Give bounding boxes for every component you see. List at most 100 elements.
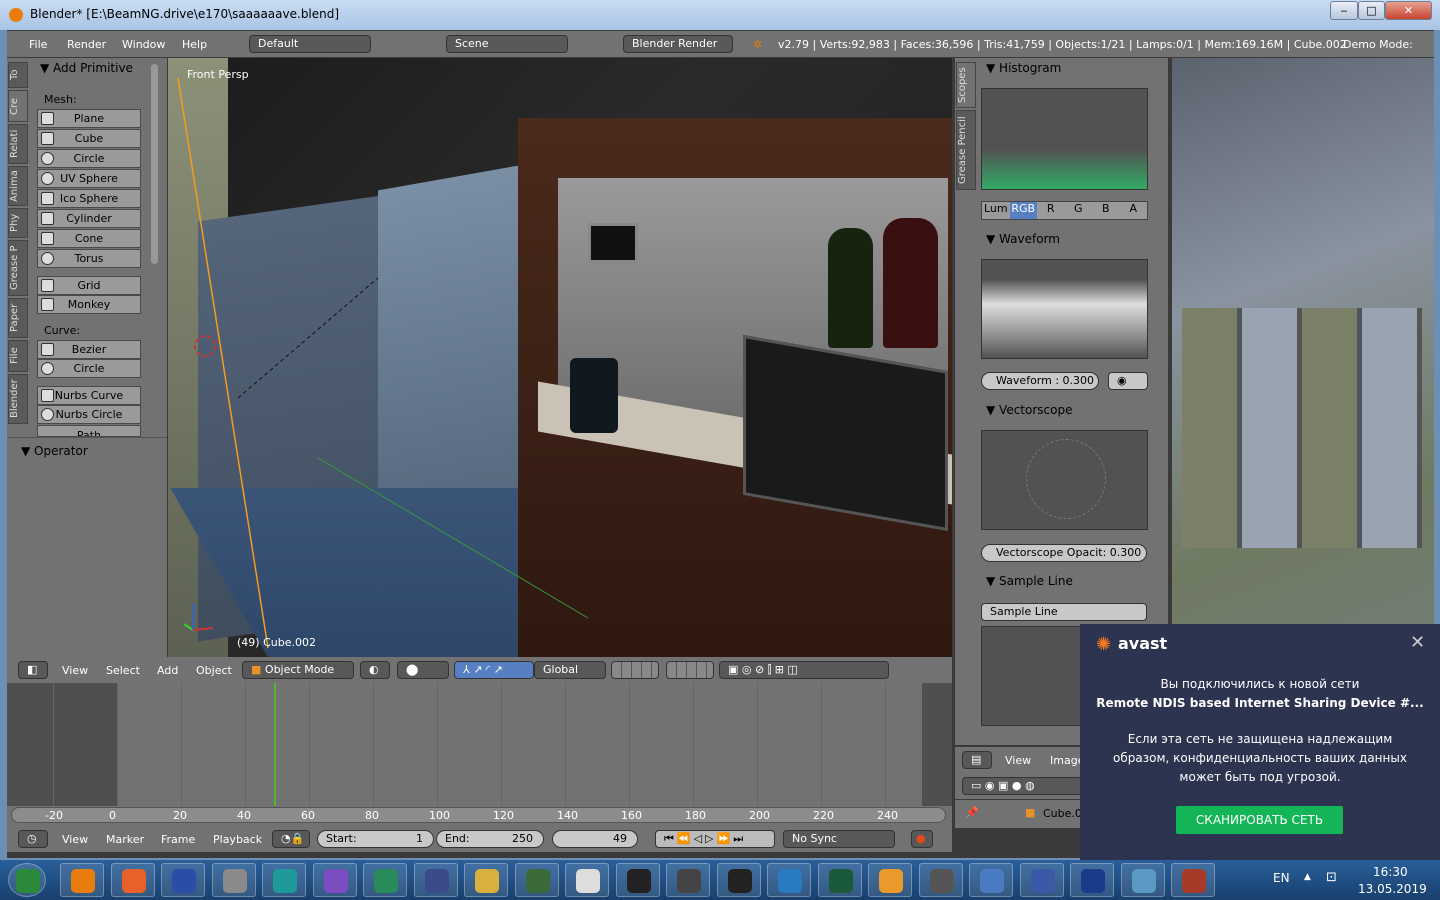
render-engine-select[interactable]: Blender Render <box>623 35 733 53</box>
add-circle-button[interactable]: Circle <box>37 149 141 168</box>
layers-grid[interactable] <box>611 661 659 679</box>
3d-cursor[interactable] <box>194 335 216 357</box>
shading-select[interactable]: ◐ <box>360 661 390 679</box>
maximize-button[interactable]: □ <box>1358 1 1385 20</box>
menu-marker[interactable]: Marker <box>106 833 144 846</box>
orientation-select[interactable]: Global <box>534 661 606 679</box>
playback-controls[interactable]: ⏮⏪◁▷⏩⏭ <box>655 830 775 848</box>
layout-selector[interactable]: Default <box>249 35 371 53</box>
menu-help[interactable]: Help <box>182 38 207 51</box>
menu-frame[interactable]: Frame <box>161 833 195 846</box>
taskbar-app-task-manager[interactable] <box>1171 863 1215 897</box>
end-frame-field[interactable]: End: 250 <box>436 830 544 848</box>
add-nurbs-curve-button[interactable]: Nurbs Curve <box>37 386 141 405</box>
taskbar-app-visual-studio[interactable] <box>262 863 306 897</box>
tray-expand-icon[interactable]: ▲ <box>1304 872 1311 882</box>
taskbar-app-blender-launcher[interactable] <box>110 863 155 897</box>
menu-view[interactable]: View <box>1005 754 1031 767</box>
menu-view[interactable]: View <box>62 833 88 846</box>
context-buttons[interactable]: ▭ ◉ ▣ ● ◍ <box>962 777 1082 795</box>
close-icon[interactable]: ✕ <box>1410 632 1425 653</box>
channel-a[interactable]: A <box>1120 202 1148 219</box>
editor-type-button[interactable]: ◧ <box>18 661 48 679</box>
taskbar-app-start[interactable] <box>8 863 46 897</box>
minimize-button[interactable]: ‒ <box>1330 1 1358 20</box>
channel-lum[interactable]: Lum <box>982 202 1010 219</box>
clock-date[interactable]: 13.05.2019 <box>1358 882 1427 896</box>
add-primitive-title[interactable]: ▼ Add Primitive <box>40 61 133 75</box>
taskbar-app-globe[interactable] <box>312 863 357 897</box>
add-bezier-button[interactable]: Bezier <box>37 340 141 359</box>
sample-line-title[interactable]: ▼ Sample Line <box>986 574 1073 588</box>
scene-selector[interactable]: Scene <box>446 35 568 53</box>
pivot-select[interactable]: ⬤ <box>397 661 449 679</box>
taskbar-app-control-panel[interactable] <box>918 863 963 897</box>
add-cylinder-button[interactable]: Cylinder <box>37 209 141 228</box>
taskbar-app-sync[interactable] <box>969 863 1013 897</box>
menu-playback[interactable]: Playback <box>213 833 262 846</box>
add-monkey-button[interactable]: Monkey <box>37 295 141 314</box>
clock-time[interactable]: 16:30 <box>1373 865 1408 879</box>
channel-r[interactable]: R <box>1037 202 1065 219</box>
taskbar-app-explorer[interactable] <box>413 863 458 897</box>
taskbar-app-app[interactable] <box>161 863 205 897</box>
start-frame-field[interactable]: Start: 1 <box>317 830 434 848</box>
menu-object[interactable]: Object <box>196 664 232 677</box>
channel-g[interactable]: G <box>1065 202 1093 219</box>
histogram-title[interactable]: ▼ Histogram <box>986 61 1061 75</box>
add-cube-button[interactable]: Cube <box>37 129 141 148</box>
operator-panel-title[interactable]: ▼ Operator <box>21 444 88 458</box>
tab-tools[interactable]: To <box>8 62 28 88</box>
menu-file[interactable]: File <box>29 38 47 51</box>
add-uv-sphere-button[interactable]: UV Sphere <box>37 169 141 188</box>
add-cone-button[interactable]: Cone <box>37 229 141 248</box>
pin-icon[interactable]: 📌 <box>965 806 979 819</box>
taskbar-app-word[interactable] <box>868 863 912 897</box>
waveform-title[interactable]: ▼ Waveform <box>986 232 1060 246</box>
current-frame-line[interactable] <box>273 683 276 806</box>
record-button[interactable]: ● <box>911 830 933 848</box>
menu-window[interactable]: Window <box>122 38 165 51</box>
current-frame-field[interactable]: 49 <box>552 830 638 848</box>
menu-select[interactable]: Select <box>106 664 140 677</box>
vectorscope-title[interactable]: ▼ Vectorscope <box>986 403 1072 417</box>
snap-toggles[interactable]: ▣ ◎ ⊘ ⫿ ⊞ ◫ <box>719 661 889 679</box>
tab-scopes[interactable]: Scopes <box>956 62 976 108</box>
taskbar-app-photos[interactable] <box>1070 863 1114 897</box>
waveform-mode-select[interactable]: ◉ <box>1108 372 1148 390</box>
taskbar-app-3ds-max[interactable] <box>211 863 256 897</box>
menu-add[interactable]: Add <box>157 664 178 677</box>
add-grid-button[interactable]: Grid <box>37 276 141 295</box>
taskbar-app-paper[interactable] <box>514 863 559 897</box>
preview-range-toggle[interactable]: ◔🔒 <box>272 830 310 848</box>
taskbar-app-inkscape[interactable] <box>464 863 508 897</box>
add-plane-button[interactable]: Plane <box>37 109 141 128</box>
menu-view[interactable]: View <box>62 664 88 677</box>
taskbar-app-synth[interactable] <box>666 863 710 897</box>
editor-type-button[interactable]: ◷ <box>18 830 48 848</box>
tab-relations[interactable]: Relati <box>8 124 28 164</box>
add-ico-sphere-button[interactable]: Ico Sphere <box>37 189 141 208</box>
sync-select[interactable]: No Sync <box>783 830 895 848</box>
add-nurbs-circle-button[interactable]: Nurbs Circle <box>37 405 141 424</box>
layers-grid-2[interactable] <box>666 661 714 679</box>
tab-create[interactable]: Cre <box>8 90 28 122</box>
timeline[interactable]: -20 0 20 40 60 80 100 120 140 160 180 200 220 240 <box>7 683 952 828</box>
add-torus-button[interactable]: Torus <box>37 249 141 268</box>
scan-network-button[interactable]: СКАНИРОВАТЬ СЕТЬ <box>1176 806 1343 834</box>
taskbar-app-internet-explorer[interactable] <box>716 863 761 897</box>
channel-b[interactable]: B <box>1092 202 1120 219</box>
tab-file[interactable]: File <box>8 340 28 372</box>
tab-grease-pencil[interactable]: Grease P <box>8 240 28 296</box>
tab-paper[interactable]: Paper <box>8 298 28 338</box>
tab-animation[interactable]: Anima <box>8 166 28 206</box>
vectorscope-opacity-field[interactable]: Vectorscope Opacit: 0.300 <box>981 544 1147 562</box>
taskbar-app-monitor[interactable] <box>767 863 811 897</box>
taskbar-app-audition[interactable] <box>363 863 407 897</box>
menu-render[interactable]: Render <box>67 38 106 51</box>
taskbar-app-dev-c-[interactable] <box>1019 863 1064 897</box>
sample-line-button[interactable]: Sample Line <box>981 603 1147 621</box>
taskbar-app-settings[interactable] <box>817 863 862 897</box>
tab-blender[interactable]: Blender <box>8 374 28 424</box>
language-indicator[interactable]: EN <box>1273 871 1290 885</box>
